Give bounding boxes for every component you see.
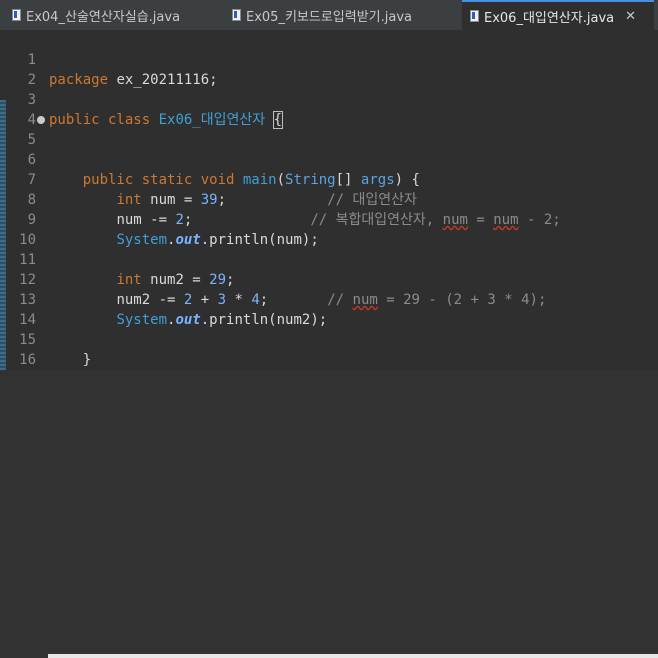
java-file-icon [232,9,241,21]
code-line: 11 int num2 = 29; [0,230,658,288]
code-line: 16 [0,330,658,368]
tab-ex05[interactable]: Ex05_키보드로입력받기.java [224,0,456,30]
code-line: 12 num2 -= 2 + 3 * 4; // num = 29 - (2 +… [0,250,658,308]
code-line: 17 } [0,350,658,409]
code-line: 2 [0,50,658,88]
code-line: 9 System.out.println(num); [0,190,658,248]
horizontal-scrollbar[interactable] [48,654,658,658]
code-line: 8 num -= 2; // 복합대입연산자, num = num - 2; [0,170,658,228]
java-file-icon [470,10,479,22]
tab-label: Ex06_대입연산자.java [484,10,615,26]
code-line: 7 int num = 39; // 대입연산자 [0,150,658,208]
code-line: 15 } [0,310,658,368]
code-line: 14 [0,290,658,328]
code-line: 6 [0,130,658,168]
code-editor[interactable]: 1 package ex_20211116; 2 3 public class … [0,30,658,409]
code-line: 3 public class Ex06_대입연산자 { [0,70,658,129]
code-line: 1 package ex_20211116; [0,30,658,88]
tab-ex06[interactable]: Ex06_대입연산자.java ✕ [462,0,654,30]
fold-toggle-icon[interactable] [37,116,45,124]
java-file-icon [12,9,21,21]
code-line: 10 [0,210,658,248]
editor-tab-bar: Ex04_산술연산자실습.java Ex05_키보드로입력받기.java Ex0… [0,0,658,31]
close-icon[interactable]: ✕ [625,9,636,24]
tab-ex04[interactable]: Ex04_산술연산자실습.java [4,0,220,30]
code-line: 13 System.out.println(num2); [0,270,658,328]
code-line: 5 public static void main(String[] args)… [0,110,658,188]
tab-label: Ex05_키보드로입력받기.java [246,9,412,25]
editor-empty-area[interactable] [0,370,658,658]
code-line: 4 [0,90,658,128]
tab-label: Ex04_산술연산자실습.java [26,9,181,25]
